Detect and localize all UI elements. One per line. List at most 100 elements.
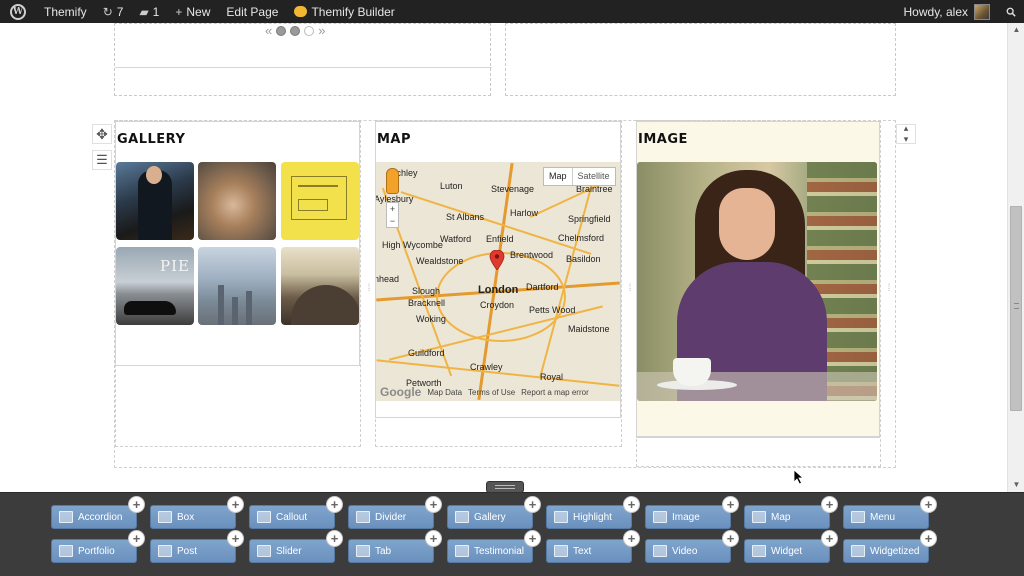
add-module-icon[interactable]: +	[722, 496, 739, 513]
map-type-map-button[interactable]: Map	[544, 168, 572, 185]
accordion-icon	[59, 511, 73, 523]
module-video-button[interactable]: Video +	[645, 530, 739, 563]
map-type-satellite-button[interactable]: Satellite	[571, 168, 615, 185]
thumbnail-figure-head	[146, 166, 162, 184]
map-label: Bracknell	[408, 298, 446, 308]
scroll-up-icon[interactable]: ▲	[1008, 23, 1024, 37]
module-divider-button[interactable]: Divider +	[348, 496, 442, 529]
slider-dot[interactable]	[304, 26, 315, 36]
module-tab-button[interactable]: Tab +	[348, 530, 442, 563]
add-module-icon[interactable]: +	[326, 530, 343, 547]
gallery-title: GALLERY	[117, 132, 186, 147]
column-resize-handle[interactable]: ⁞	[884, 283, 894, 295]
thumbnail-pie-text: PIE	[160, 257, 190, 275]
module-accordion-button[interactable]: Accordion +	[51, 496, 145, 529]
map-label: Stevenage	[491, 184, 535, 194]
slider-dot[interactable]	[290, 26, 301, 36]
image-photo[interactable]	[637, 162, 877, 401]
vertical-scrollbar[interactable]: ▲ ▼	[1007, 23, 1024, 492]
column-resize-handle[interactable]: ⁞	[625, 283, 635, 295]
gallery-thumbnail[interactable]	[116, 162, 194, 240]
pegman-icon[interactable]	[386, 168, 399, 194]
add-module-icon[interactable]: +	[821, 530, 838, 547]
module-gallery-button[interactable]: Gallery +	[447, 496, 541, 529]
module-widget-button[interactable]: Widget +	[744, 530, 838, 563]
gallery-module[interactable]	[115, 121, 360, 366]
module-callout-button[interactable]: Callout +	[249, 496, 343, 529]
slider-dot[interactable]	[276, 26, 287, 36]
wordpress-logo-icon[interactable]: W	[0, 0, 36, 23]
updates-link[interactable]: ↻ 7	[95, 0, 132, 23]
comments-link[interactable]: ▰ 1	[131, 0, 167, 23]
scroll-down-icon[interactable]: ▼	[1008, 478, 1024, 492]
add-module-icon[interactable]: +	[821, 496, 838, 513]
plus-icon: +	[175, 4, 183, 19]
module-slider-button[interactable]: Slider +	[249, 530, 343, 563]
add-module-icon[interactable]: +	[326, 496, 343, 513]
row-menu-icon[interactable]: ☰	[92, 150, 112, 170]
previous-row: « »	[114, 23, 896, 96]
map-label: Luton	[440, 181, 463, 191]
column-resize-handle[interactable]: ⁞	[364, 283, 374, 295]
add-module-icon[interactable]: +	[128, 530, 145, 547]
module-portfolio-button[interactable]: Portfolio +	[51, 530, 145, 563]
module-highlight-button[interactable]: Highlight +	[546, 496, 640, 529]
module-box-button[interactable]: Box +	[150, 496, 244, 529]
gallery-thumbnail[interactable]	[198, 247, 276, 325]
zoom-out-button[interactable]: −	[387, 215, 398, 227]
site-name-link[interactable]: Themify	[36, 0, 95, 23]
gallery-thumbnail[interactable]	[281, 247, 359, 325]
panel-toggle-handle[interactable]	[486, 481, 524, 493]
tab-icon	[356, 545, 370, 557]
module-testimonial-button[interactable]: Testimonial +	[447, 530, 541, 563]
report-error-link[interactable]: Report a map error	[521, 388, 589, 397]
zoom-in-button[interactable]: +	[387, 203, 398, 215]
add-module-icon[interactable]: +	[623, 496, 640, 513]
google-map[interactable]: tchley Luton Stevenage Braintree Aylesbu…	[376, 162, 620, 401]
comments-count: 1	[152, 4, 160, 19]
slider-prev-icon[interactable]: «	[265, 24, 272, 37]
map-label: Maidstone	[568, 324, 610, 334]
map-data-link[interactable]: Map Data	[427, 388, 462, 397]
gallery-thumbnail[interactable]: PIE	[116, 247, 194, 325]
collapse-row-icon[interactable]: ▴ ▾	[896, 123, 916, 144]
my-account-link[interactable]: Howdy, alex	[896, 0, 998, 23]
callout-icon	[257, 511, 271, 523]
map-pin-icon[interactable]	[489, 250, 505, 270]
add-module-icon[interactable]: +	[128, 496, 145, 513]
add-module-icon[interactable]: +	[623, 530, 640, 547]
add-module-icon[interactable]: +	[227, 496, 244, 513]
map-label-london: London	[478, 284, 519, 296]
map-label: St Albans	[446, 212, 485, 222]
move-row-icon[interactable]: ✥	[92, 124, 112, 144]
slider-next-icon[interactable]: »	[318, 24, 325, 37]
highlight-icon	[554, 511, 568, 523]
map-label: Dartford	[526, 282, 559, 292]
add-module-icon[interactable]: +	[920, 496, 937, 513]
module-image-button[interactable]: Image +	[645, 496, 739, 529]
terms-link[interactable]: Terms of Use	[468, 388, 515, 397]
add-module-icon[interactable]: +	[722, 530, 739, 547]
edit-page-link[interactable]: Edit Page	[218, 0, 286, 23]
gallery-thumbnail[interactable]	[198, 162, 276, 240]
gallery-thumbnail[interactable]	[281, 162, 359, 240]
add-module-icon[interactable]: +	[425, 530, 442, 547]
add-module-icon[interactable]: +	[524, 530, 541, 547]
module-text-button[interactable]: Text +	[546, 530, 640, 563]
add-module-icon[interactable]: +	[425, 496, 442, 513]
add-module-icon[interactable]: +	[524, 496, 541, 513]
new-content-link[interactable]: + New	[167, 0, 218, 23]
slider-icon	[257, 545, 271, 557]
add-module-icon[interactable]: +	[227, 530, 244, 547]
module-menu-button[interactable]: Menu +	[843, 496, 937, 529]
avatar	[974, 3, 990, 20]
scrollbar-thumb[interactable]	[1010, 206, 1022, 411]
module-post-button[interactable]: Post +	[150, 530, 244, 563]
search-icon[interactable]	[998, 0, 1024, 23]
map-label: Brentwood	[510, 250, 554, 260]
add-module-icon[interactable]: +	[920, 530, 937, 547]
themify-builder-link[interactable]: Themify Builder	[286, 0, 402, 23]
module-map-button[interactable]: Map +	[744, 496, 838, 529]
module-widgetized-button[interactable]: Widgetized +	[843, 530, 937, 563]
image-title: IMAGE	[638, 132, 688, 147]
